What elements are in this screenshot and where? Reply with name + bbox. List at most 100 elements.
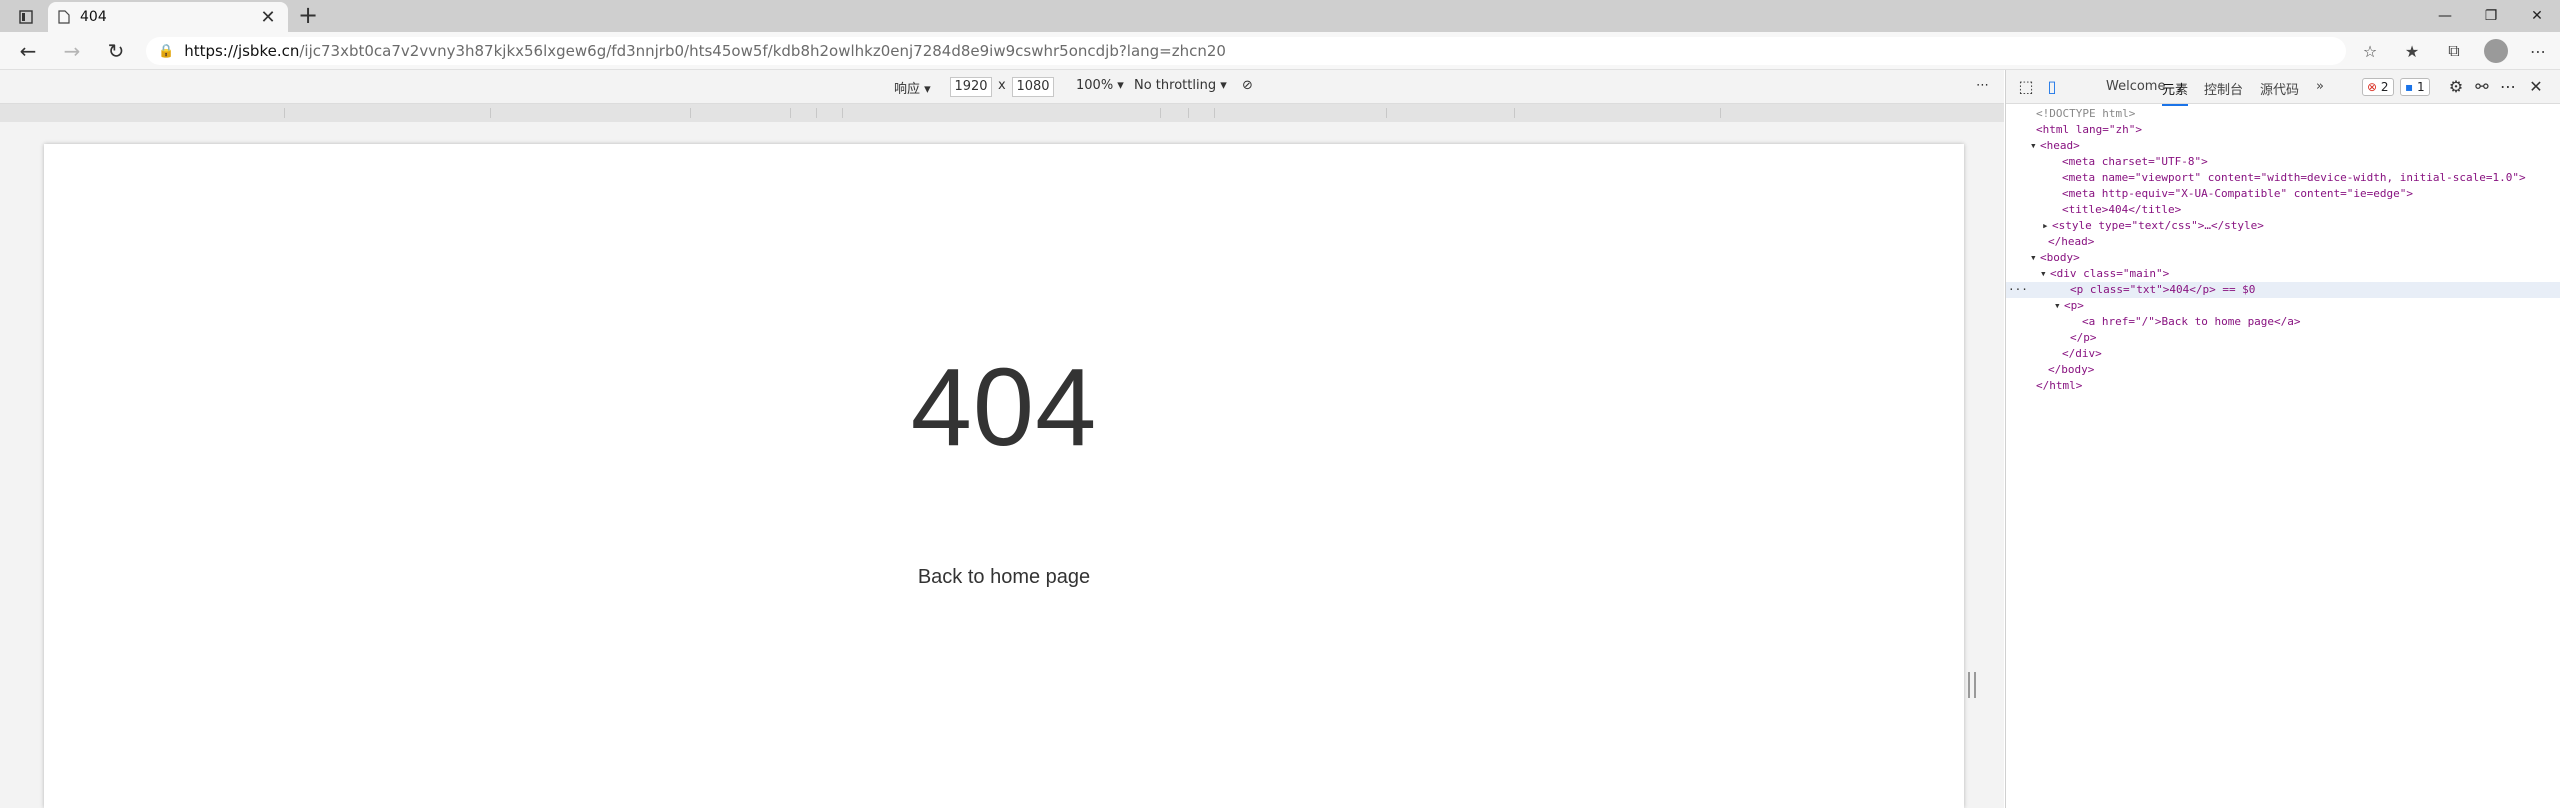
tab-title: 404 [80, 9, 107, 25]
dom-node-line[interactable]: ▾ <div class="main"> [2006, 266, 2560, 282]
forward-button[interactable]: → [58, 39, 86, 63]
back-button[interactable]: ← [14, 39, 42, 63]
lock-icon[interactable]: 🔒 [158, 44, 174, 59]
dom-node-line[interactable]: </head> [2006, 234, 2560, 250]
dom-node-line[interactable]: <meta http-equiv="X-UA-Compatible" conte… [2006, 186, 2560, 202]
tab-actions-button[interactable] [8, 6, 44, 28]
dom-node-line[interactable]: ▾ <body> [2006, 250, 2560, 266]
avatar [2484, 39, 2508, 63]
dom-node-line[interactable]: ▸ <style type="text/css">…</style> [2006, 218, 2560, 234]
tab-console[interactable]: 控制台 [2204, 79, 2243, 98]
dom-node-text: <title>404</title> [2062, 203, 2182, 216]
dom-node-text: <meta http-equiv="X-UA-Compatible" conte… [2062, 187, 2413, 200]
url-path: /ijc73xbt0ca7v2vvny3h87kjkx56lxgew6g/fd3… [299, 42, 1226, 60]
toolbar-icons: ☆ ★ ⧉ ⋯ [2356, 37, 2552, 65]
collections-icon[interactable]: ⧉ [2440, 37, 2468, 65]
dom-node-text: </p> [2070, 331, 2097, 344]
dom-node-text: <a href="/">Back to home page</a> [2082, 315, 2301, 328]
rotate-icon[interactable]: ⊘ [1242, 78, 1253, 93]
viewport-resize-handle[interactable] [1968, 672, 1976, 698]
dom-node-line[interactable]: ··· <p class="txt">404</p> == $0 [2006, 282, 2560, 298]
refresh-button[interactable]: ↻ [102, 39, 130, 63]
dom-node-line[interactable]: <title>404</title> [2006, 202, 2560, 218]
browser-toolbar: ← → ↻ 🔒 https://jsbke.cn/ijc73xbt0ca7v2v… [0, 32, 2560, 70]
close-devtools-icon[interactable]: ✕ [2526, 77, 2546, 96]
inspect-icon[interactable]: ⬚ [2016, 77, 2036, 96]
page-viewport: 404 Back to home page [44, 144, 1964, 808]
device-emulation-area: 404 Back to home page [0, 122, 2004, 808]
dom-node-text: <meta charset="UTF-8"> [2062, 155, 2208, 168]
address-bar[interactable]: 🔒 https://jsbke.cn/ijc73xbt0ca7v2vvny3h8… [146, 37, 2346, 65]
devtools-tabbar: ⬚ ▯ Welcome 元素 控制台 源代码 » ⊗ 2 ▪ 1 ⚙ ⚯ ⋯ ✕ [2006, 70, 2560, 106]
dom-node-text: </div> [2062, 347, 2102, 360]
zoom-select[interactable]: 100% ▾ [1076, 78, 1124, 93]
dom-node-line[interactable]: <meta name="viewport" content="width=dev… [2006, 170, 2560, 186]
new-tab-button[interactable]: + [296, 3, 320, 28]
dom-node-text: </body> [2048, 363, 2095, 376]
more-tabs-icon[interactable]: » [2316, 79, 2324, 94]
browser-tab[interactable]: 404 ✕ [48, 2, 288, 32]
device-toggle-icon[interactable]: ▯ [2042, 77, 2062, 96]
dom-node-text: </head> [2048, 235, 2095, 248]
settings-gear-icon[interactable]: ⚙ [2446, 77, 2466, 96]
device-select[interactable]: 响应 ▾ [894, 78, 931, 97]
device-more-icon[interactable]: ⋯ [1976, 78, 1989, 93]
add-favorite-icon[interactable]: ☆ [2356, 37, 2384, 65]
close-window-icon[interactable]: ✕ [2514, 0, 2560, 32]
node-actions-icon[interactable]: ··· [2008, 282, 2028, 298]
throttling-label: No throttling [1134, 78, 1217, 93]
dom-node-text: <div class="main"> [2050, 267, 2170, 280]
elements-tree: <!DOCTYPE html> <html lang="zh"> ▾ <head> <m… [2006, 106, 2560, 394]
close-tab-icon[interactable]: ✕ [258, 7, 278, 28]
dom-node-text: <!DOCTYPE html> [2036, 107, 2136, 120]
favorites-icon[interactable]: ★ [2398, 37, 2426, 65]
more-menu-icon[interactable]: ⋯ [2524, 37, 2552, 65]
dom-node-line[interactable]: </html> [2006, 378, 2560, 394]
minimize-icon[interactable]: — [2422, 0, 2468, 32]
dom-node-text: <style type="text/css">…</style> [2052, 219, 2264, 232]
device-toolbar: 响应 ▾ 1920 x 1080 100% ▾ No throttling ▾ … [0, 70, 2004, 104]
dom-node-line[interactable]: <html lang="zh"> [2006, 122, 2560, 138]
dom-node-text: </html> [2036, 379, 2083, 392]
throttling-select[interactable]: No throttling ▾ [1134, 78, 1227, 93]
zoom-label: 100% [1076, 78, 1114, 93]
tab-sources[interactable]: 源代码 [2260, 79, 2299, 98]
dom-node-text: <meta name="viewport" content="width=dev… [2062, 171, 2526, 184]
dom-node-line[interactable]: </body> [2006, 362, 2560, 378]
dom-node-text: <body> [2040, 251, 2080, 264]
dom-node-line[interactable]: ▾ <p> [2006, 298, 2560, 314]
restore-icon[interactable]: ❐ [2468, 0, 2514, 32]
dom-node-line[interactable]: <meta charset="UTF-8"> [2006, 154, 2560, 170]
dom-node-line[interactable]: </div> [2006, 346, 2560, 362]
dom-node-text: <p> [2064, 299, 2084, 312]
message-badge[interactable]: ▪ 1 [2400, 78, 2430, 96]
dom-node-text: <p class="txt">404</p> == $0 [2070, 283, 2256, 296]
devtools-more-icon[interactable]: ⋯ [2498, 77, 2518, 96]
tab-elements[interactable]: 元素 [2162, 79, 2189, 106]
dom-node-line[interactable]: <!DOCTYPE html> [2006, 106, 2560, 122]
page-title: 404 [910, 346, 1098, 469]
devtools-panel: ⬚ ▯ Welcome 元素 控制台 源代码 » ⊗ 2 ▪ 1 ⚙ ⚯ ⋯ ✕… [2005, 70, 2560, 808]
url-host: https://jsbke.cn [184, 42, 300, 60]
dom-node-line[interactable]: ▾ <head> [2006, 138, 2560, 154]
dom-node-line[interactable]: <a href="/">Back to home page</a> [2006, 314, 2560, 330]
dom-node-text: <html lang="zh"> [2036, 123, 2142, 136]
dimension-separator: x [998, 78, 1006, 93]
tab-strip: 404 ✕ + — ❐ ✕ [0, 0, 2560, 32]
page-icon [58, 10, 70, 24]
message-count: 1 [2416, 80, 2425, 94]
width-input[interactable]: 1920 [950, 77, 992, 97]
dom-node-line[interactable]: </p> [2006, 330, 2560, 346]
tab-welcome[interactable]: Welcome [2106, 79, 2165, 94]
height-input[interactable]: 1080 [1012, 77, 1054, 97]
customize-icon[interactable]: ⚯ [2472, 77, 2492, 96]
tab-actions-icon [19, 10, 33, 24]
back-home-link[interactable]: Back to home page [44, 566, 1964, 589]
dom-node-text: <head> [2040, 139, 2080, 152]
window-controls: — ❐ ✕ [2422, 0, 2560, 32]
media-query-ruler[interactable] [0, 104, 2004, 122]
profile-button[interactable] [2482, 37, 2510, 65]
error-badge[interactable]: ⊗ 2 [2362, 78, 2394, 96]
device-label: 响应 [894, 82, 921, 97]
error-count: 2 [2380, 80, 2389, 94]
